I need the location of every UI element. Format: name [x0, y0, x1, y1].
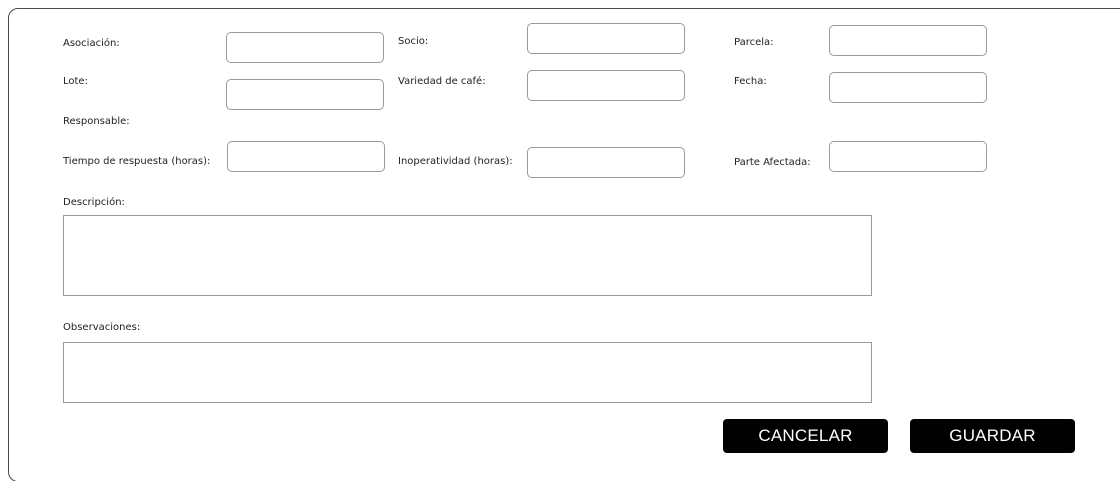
tiempo-respuesta-input[interactable] [227, 141, 385, 172]
inoperatividad-input[interactable] [527, 147, 685, 178]
lote-label: Lote: [63, 76, 88, 87]
fecha-input[interactable] [829, 72, 987, 103]
asociacion-input[interactable] [226, 32, 384, 63]
inoperatividad-label: Inoperatividad (horas): [398, 156, 513, 167]
save-button[interactable]: GUARDAR [910, 419, 1075, 453]
lote-input[interactable] [226, 79, 384, 110]
asociacion-label: Asociación: [63, 38, 120, 49]
parte-afectada-label: Parte Afectada: [734, 157, 811, 168]
variedad-cafe-input[interactable] [527, 70, 685, 101]
descripcion-textarea[interactable] [63, 215, 872, 296]
parcela-input[interactable] [829, 25, 987, 56]
parte-afectada-input[interactable] [829, 141, 987, 172]
responsable-label: Responsable: [63, 116, 130, 127]
descripcion-label: Descripción: [63, 197, 125, 208]
parcela-label: Parcela: [734, 37, 774, 48]
fecha-label: Fecha: [734, 76, 767, 87]
tiempo-respuesta-label: Tiempo de respuesta (horas): [63, 156, 211, 167]
observaciones-label: Observaciones: [63, 322, 141, 333]
variedad-cafe-label: Variedad de café: [398, 76, 486, 87]
observaciones-textarea[interactable] [63, 342, 872, 403]
socio-input[interactable] [527, 23, 685, 54]
cancel-button[interactable]: CANCELAR [723, 419, 888, 453]
socio-label: Socio: [398, 36, 429, 47]
